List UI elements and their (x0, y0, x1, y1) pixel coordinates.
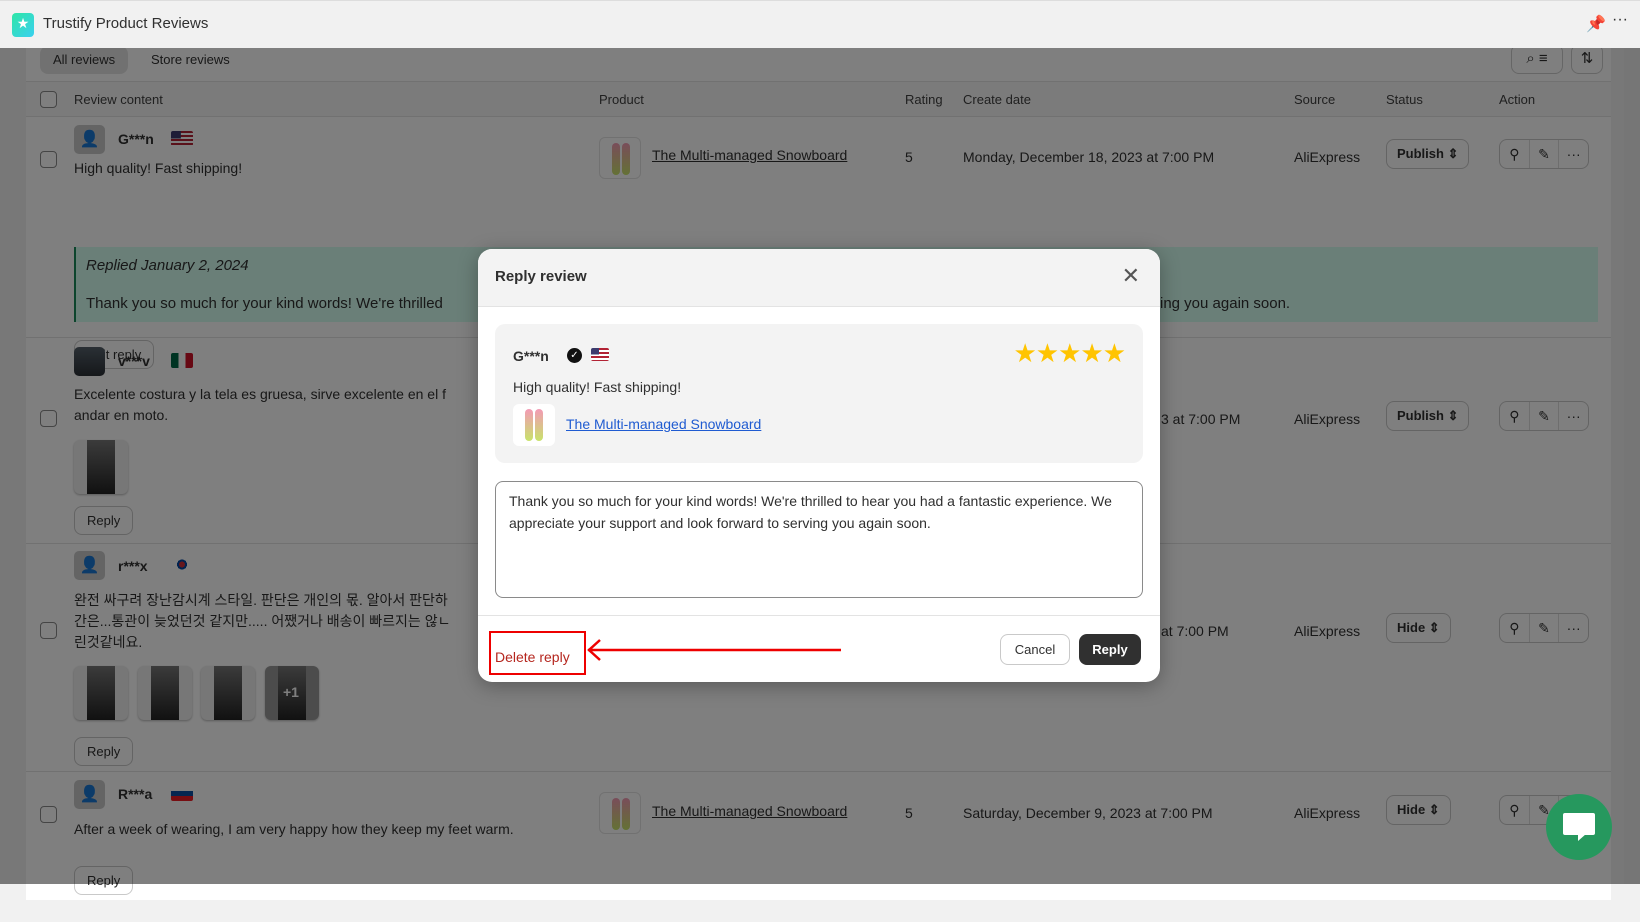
review-summary: G***n ✓ ★★★★★ High quality! Fast shippin… (495, 324, 1143, 463)
more-icon[interactable]: ··· (1612, 11, 1628, 29)
app-titlebar: ★ Trustify Product Reviews 📌 ··· (0, 0, 1640, 48)
reply-textarea[interactable]: Thank you so much for your kind words! W… (495, 481, 1143, 598)
highlight-box (489, 631, 586, 675)
pin-icon[interactable]: 📌 (1586, 14, 1606, 34)
reviewer-name: G***n (513, 348, 549, 364)
product-link[interactable]: The Multi-managed Snowboard (566, 416, 761, 432)
verified-icon: ✓ (567, 348, 582, 363)
annotation-arrow-icon (587, 639, 841, 661)
us-flag-icon (591, 348, 609, 361)
chat-icon (1563, 813, 1595, 835)
close-icon[interactable]: ✕ (1122, 263, 1140, 289)
modal-header: Reply review ✕ (478, 249, 1160, 307)
rating-stars: ★★★★★ (1013, 338, 1126, 368)
cancel-button[interactable]: Cancel (1000, 634, 1070, 665)
trustify-logo: ★ (12, 13, 34, 37)
modal-title: Reply review (495, 268, 587, 285)
app-title: Trustify Product Reviews (43, 15, 209, 32)
product-image (513, 404, 555, 446)
modal-footer: Delete reply Cancel Reply (478, 615, 1160, 682)
review-text: High quality! Fast shipping! (513, 379, 682, 395)
reply-review-modal: Reply review ✕ G***n ✓ ★★★★★ High qualit… (478, 249, 1160, 682)
chat-button[interactable] (1546, 794, 1612, 860)
reply-submit-button[interactable]: Reply (1079, 634, 1141, 665)
